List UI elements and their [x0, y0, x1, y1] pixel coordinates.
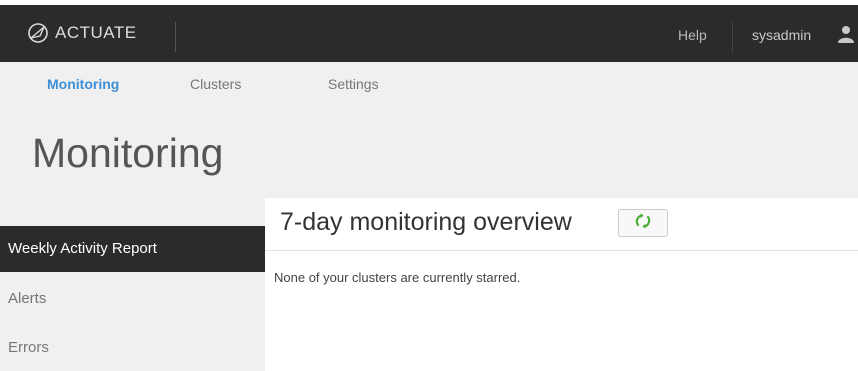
page-title: Monitoring [32, 130, 224, 176]
logo-divider [175, 22, 176, 52]
sidebar: Weekly Activity Report Alerts Errors [0, 198, 265, 371]
tab-clusters[interactable]: Clusters [190, 76, 241, 92]
refresh-button[interactable] [618, 209, 668, 237]
user-icon[interactable] [838, 25, 854, 48]
content-divider [265, 250, 858, 251]
user-divider [732, 22, 733, 52]
sidebar-item-weekly-activity-report[interactable]: Weekly Activity Report [0, 226, 265, 272]
top-bar: ACTUATE Help sysadmin [0, 0, 858, 62]
user-menu[interactable]: sysadmin [752, 27, 811, 43]
section-title: 7-day monitoring overview [280, 208, 572, 236]
help-link[interactable]: Help [678, 27, 707, 43]
main-content: 7-day monitoring overview None of your c… [265, 198, 858, 371]
tab-settings[interactable]: Settings [328, 76, 379, 92]
logo-text: ACTUATE [55, 23, 137, 42]
sidebar-item-alerts[interactable]: Alerts [0, 276, 265, 322]
empty-state-message: None of your clusters are currently star… [274, 270, 521, 285]
tab-monitoring[interactable]: Monitoring [47, 76, 119, 92]
actuate-logo-icon [27, 22, 49, 44]
page-header: Monitoring Clusters Settings Monitoring [0, 62, 858, 198]
logo[interactable]: ACTUATE [27, 21, 137, 45]
refresh-icon [634, 213, 652, 234]
sidebar-item-errors[interactable]: Errors [0, 325, 265, 371]
